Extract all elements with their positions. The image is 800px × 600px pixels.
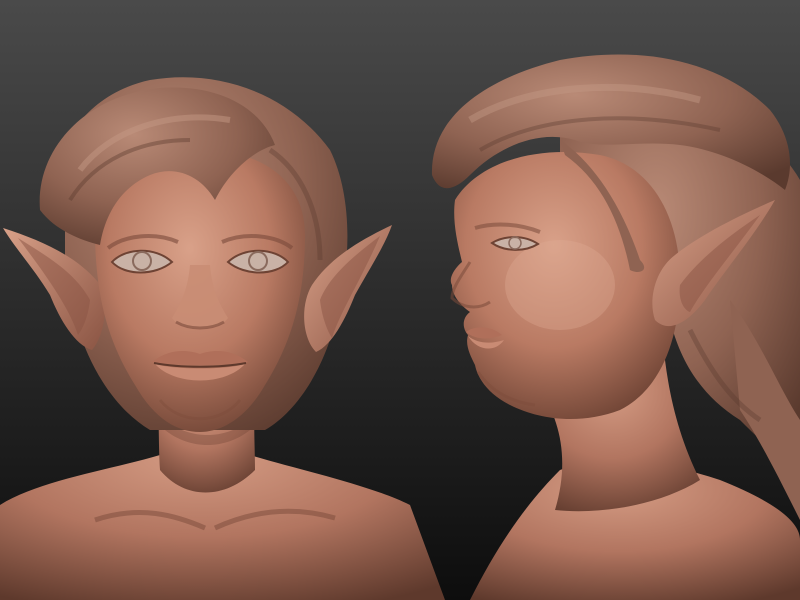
sculpt-viewport — [0, 0, 800, 600]
clay-render — [0, 0, 800, 600]
